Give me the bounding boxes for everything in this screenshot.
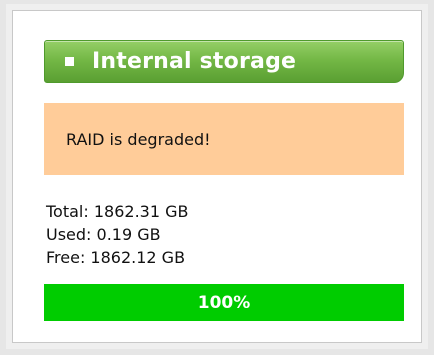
internal-storage-header: Internal storage (44, 40, 404, 83)
used-storage: Used: 0.19 GB (46, 225, 161, 244)
free-storage: Free: 1862.12 GB (46, 248, 186, 267)
widget-title: Internal storage (92, 49, 297, 74)
storage-stats: Total: 1862.31 GB Used: 0.19 GB Free: 18… (46, 200, 188, 269)
storage-progress-bar: 100% (44, 284, 404, 321)
raid-alert: RAID is degraded! (44, 103, 404, 175)
progress-label: 100% (197, 292, 251, 313)
square-bullet-icon (65, 57, 74, 66)
total-storage: Total: 1862.31 GB (46, 202, 189, 221)
alert-message: RAID is degraded! (66, 129, 211, 149)
